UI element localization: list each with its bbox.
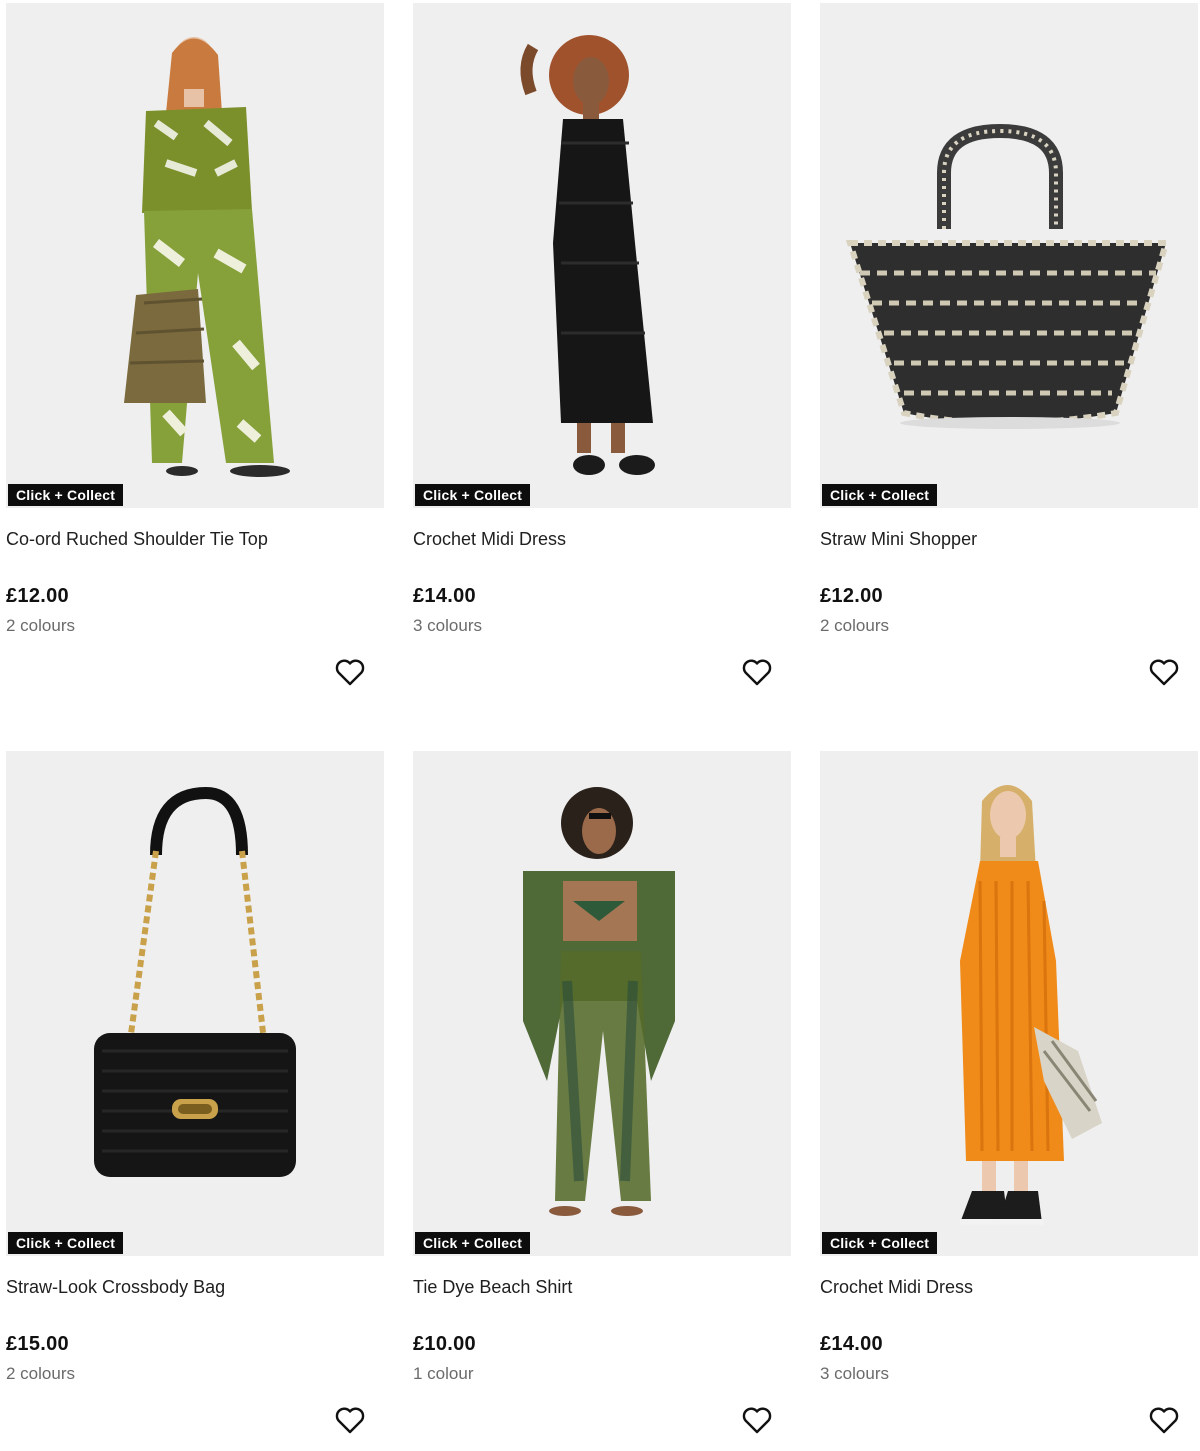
favourite-button[interactable] [1148,657,1180,687]
product-title[interactable]: Co-ord Ruched Shoulder Tie Top [6,529,268,550]
heart-outline-icon [742,1407,772,1434]
product-colours: 3 colours [820,1364,889,1383]
product-image[interactable]: Click + Collect [6,751,384,1256]
product-card[interactable]: Click + Collect Straw Mini Shopper £12.0… [820,3,1198,703]
product-image[interactable]: Click + Collect [413,751,791,1256]
favourite-button[interactable] [741,657,773,687]
product-price: £10.00 [413,1333,476,1355]
heart-outline-icon [1149,659,1179,686]
product-colours: 1 colour [413,1364,474,1383]
heart-outline-icon [1149,1407,1179,1434]
heart-outline-icon [335,1407,365,1434]
favourite-button[interactable] [741,1405,773,1435]
product-image[interactable]: Click + Collect [413,3,791,508]
product-card[interactable]: Click + Collect Straw-Look Crossbody Bag… [6,751,384,1451]
product-card[interactable]: Click + Collect Crochet Midi Dress £14.0… [413,3,791,703]
product-card[interactable]: Click + Collect Crochet Midi Dress £14.0… [820,751,1198,1451]
product-price: £12.00 [820,585,883,607]
click-collect-badge: Click + Collect [822,484,938,506]
product-price: £15.00 [6,1333,69,1355]
click-collect-badge: Click + Collect [415,1232,531,1254]
product-colours: 3 colours [413,616,482,635]
heart-outline-icon [742,659,772,686]
product-title[interactable]: Straw-Look Crossbody Bag [6,1277,225,1298]
product-photo [124,37,290,477]
click-collect-badge: Click + Collect [822,1232,938,1254]
product-photo [845,123,1171,429]
product-price: £14.00 [413,585,476,607]
favourite-button[interactable] [1148,1405,1180,1435]
product-title[interactable]: Tie Dye Beach Shirt [413,1277,572,1298]
click-collect-badge: Click + Collect [415,484,531,506]
product-colours: 2 colours [6,1364,75,1383]
product-title[interactable]: Straw Mini Shopper [820,529,977,550]
product-photo [523,787,675,1216]
product-price: £12.00 [6,585,69,607]
product-card[interactable]: Click + Collect Co-ord Ruched Shoulder T… [6,3,384,703]
click-collect-badge: Click + Collect [8,1232,124,1254]
click-collect-badge: Click + Collect [8,484,124,506]
product-image[interactable]: Click + Collect [6,3,384,508]
product-image[interactable]: Click + Collect [820,751,1198,1256]
favourite-button[interactable] [334,1405,366,1435]
product-card[interactable]: Click + Collect Tie Dye Beach Shirt £10.… [413,751,791,1451]
product-photo [94,786,296,1177]
favourite-button[interactable] [334,657,366,687]
heart-outline-icon [335,659,365,686]
product-price: £14.00 [820,1333,883,1355]
product-photo [520,35,655,475]
product-title[interactable]: Crochet Midi Dress [820,1277,973,1298]
product-photo [960,785,1102,1225]
product-image[interactable]: Click + Collect [820,3,1198,508]
product-title[interactable]: Crochet Midi Dress [413,529,566,550]
product-colours: 2 colours [6,616,75,635]
product-colours: 2 colours [820,616,889,635]
